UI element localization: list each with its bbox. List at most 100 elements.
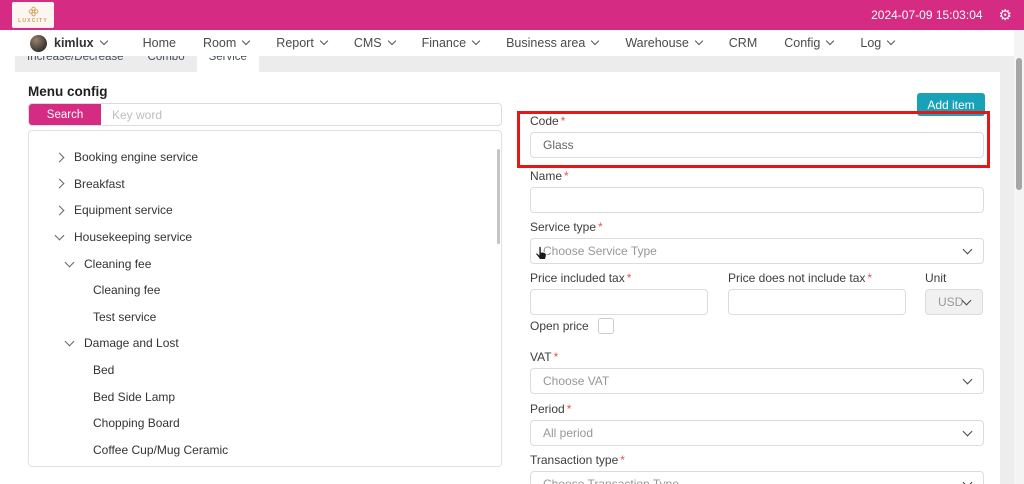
open-price-checkbox[interactable] [598,318,614,334]
required-asterisk: * [867,271,872,285]
nav-item-home[interactable]: Home [143,36,176,50]
tree-item-booking-engine-service[interactable]: Booking engine service [29,144,501,171]
price-included-field-group: Price included tax* [530,271,708,315]
datetime-display: 2024-07-09 15:03:04 [871,8,982,22]
chevron-down-icon [591,37,599,45]
transaction-type-label: Transaction type [530,453,618,467]
code-label: Code [530,114,559,128]
tree-item-bed-side-lamp[interactable]: Bed Side Lamp [29,383,501,410]
chevron-down-icon[interactable] [65,337,75,347]
chevron-down-icon[interactable] [65,257,75,267]
chevron-down-icon [963,374,973,384]
tree-scrollbar[interactable] [497,149,500,244]
nav-item-business-area[interactable]: Business area [506,36,598,50]
name-field-group: Name* [530,169,984,213]
service-tree: Booking engine serviceBreakfastEquipment… [29,144,501,463]
open-price-label: Open price [530,319,589,333]
tab-combo[interactable]: Combo [136,56,197,72]
required-asterisk: * [567,402,572,416]
service-type-placeholder: Choose Service Type [543,244,657,258]
tree-item-label: Test service [93,310,156,324]
user-name: kimlux [54,36,94,50]
tree-item-damage-and-lost[interactable]: Damage and Lost [29,330,501,357]
tab-service[interactable]: Service [197,56,259,72]
tree-item-test-service[interactable]: Test service [29,304,501,331]
tab-increase-decrease[interactable]: Increase/Decrease [15,56,136,72]
tree-item-equipment-service[interactable]: Equipment service [29,197,501,224]
tree-item-label: Housekeeping service [74,230,192,244]
search-input[interactable] [101,104,501,125]
unit-field-group: Unit USD [925,271,983,315]
nav-items: Home Room Report CMS Finance Business area War… [143,36,895,50]
period-select[interactable]: All period [530,420,984,446]
nav-item-label: Home [143,36,176,50]
tree-item-label: Coffee Cup/Mug Ceramic [93,443,228,457]
nav-item-label: Room [203,36,236,50]
service-tree-panel: Booking engine serviceBreakfastEquipment… [28,130,502,467]
user-avatar [30,35,47,52]
vat-select[interactable]: Choose VAT [530,368,984,394]
page-scrollbar[interactable] [1014,30,1024,484]
chevron-down-icon [320,37,328,45]
nav-item-log[interactable]: Log [860,36,894,50]
nav-item-config[interactable]: Config [784,36,833,50]
required-asterisk: * [554,350,559,364]
luxcity-logo: LUXCITY [12,2,54,28]
code-input[interactable] [530,132,984,158]
chevron-down-icon [387,37,395,45]
tree-item-cleaning-fee[interactable]: Cleaning fee [29,250,501,277]
tree-item-label: Chopping Board [93,416,180,430]
tree-item-chopping-board[interactable]: Chopping Board [29,410,501,437]
transaction-type-placeholder: Choose Transaction Type [543,477,679,484]
code-field-group: Code* [530,114,984,158]
nav-item-warehouse[interactable]: Warehouse [625,36,701,50]
tree-item-label: Cleaning fee [93,283,160,297]
nav-item-crm[interactable]: CRM [729,36,757,50]
chevron-down-icon[interactable] [55,231,65,241]
page-title: Menu config [28,84,108,99]
chevron-down-icon [963,426,973,436]
nav-item-room[interactable]: Room [203,36,249,50]
tree-item-bed[interactable]: Bed [29,357,501,384]
service-type-select[interactable]: Choose Service Type [530,238,984,264]
period-value: All period [543,426,593,440]
chevron-down-icon [887,37,895,45]
chevron-down-icon [99,37,107,45]
price-included-input[interactable] [530,289,708,315]
transaction-type-select[interactable]: Choose Transaction Type [530,471,984,484]
nav-item-label: Report [276,36,314,50]
chevron-right-icon[interactable] [55,179,65,189]
settings-gear-icon[interactable]: ⚙ [999,8,1012,23]
tree-item-label: Bed [93,363,114,377]
tree-item-label: Bed Side Lamp [93,390,175,404]
nav-item-cms[interactable]: CMS [354,36,395,50]
tab-strip: Increase/DecreaseComboService [15,56,1001,72]
tree-item-housekeeping-service[interactable]: Housekeeping service [29,224,501,251]
price-included-label: Price included tax [530,271,625,285]
service-type-field-group: Service type* Choose Service Type [530,220,984,264]
chevron-right-icon[interactable] [55,206,65,216]
chevron-down-icon [826,37,834,45]
tree-item-breakfast[interactable]: Breakfast [29,171,501,198]
open-price-field-group: Open price [530,318,614,334]
main-navbar: kimlux Home Room Report CMS Finance Business … [0,30,1000,56]
page-scrollbar-thumb[interactable] [1016,58,1022,190]
unit-value: USD [938,295,963,309]
add-item-button[interactable]: Add item [917,93,985,116]
search-button[interactable]: Search [29,104,101,125]
tree-item-cleaning-fee[interactable]: Cleaning fee [29,277,501,304]
price-excluded-input[interactable] [728,289,906,315]
nav-item-report[interactable]: Report [276,36,327,50]
required-asterisk: * [561,114,566,128]
unit-select[interactable]: USD [925,289,983,315]
unit-label: Unit [925,271,946,285]
vat-field-group: VAT* Choose VAT [530,350,984,394]
user-menu[interactable]: kimlux [30,35,107,52]
name-input[interactable] [530,187,984,213]
vat-label: VAT [530,350,552,364]
chevron-down-icon [962,295,972,305]
chevron-right-icon[interactable] [55,152,65,162]
nav-item-finance[interactable]: Finance [422,36,479,50]
chevron-down-icon [963,244,973,254]
tree-item-coffee-cup-mug-ceramic[interactable]: Coffee Cup/Mug Ceramic [29,437,501,464]
